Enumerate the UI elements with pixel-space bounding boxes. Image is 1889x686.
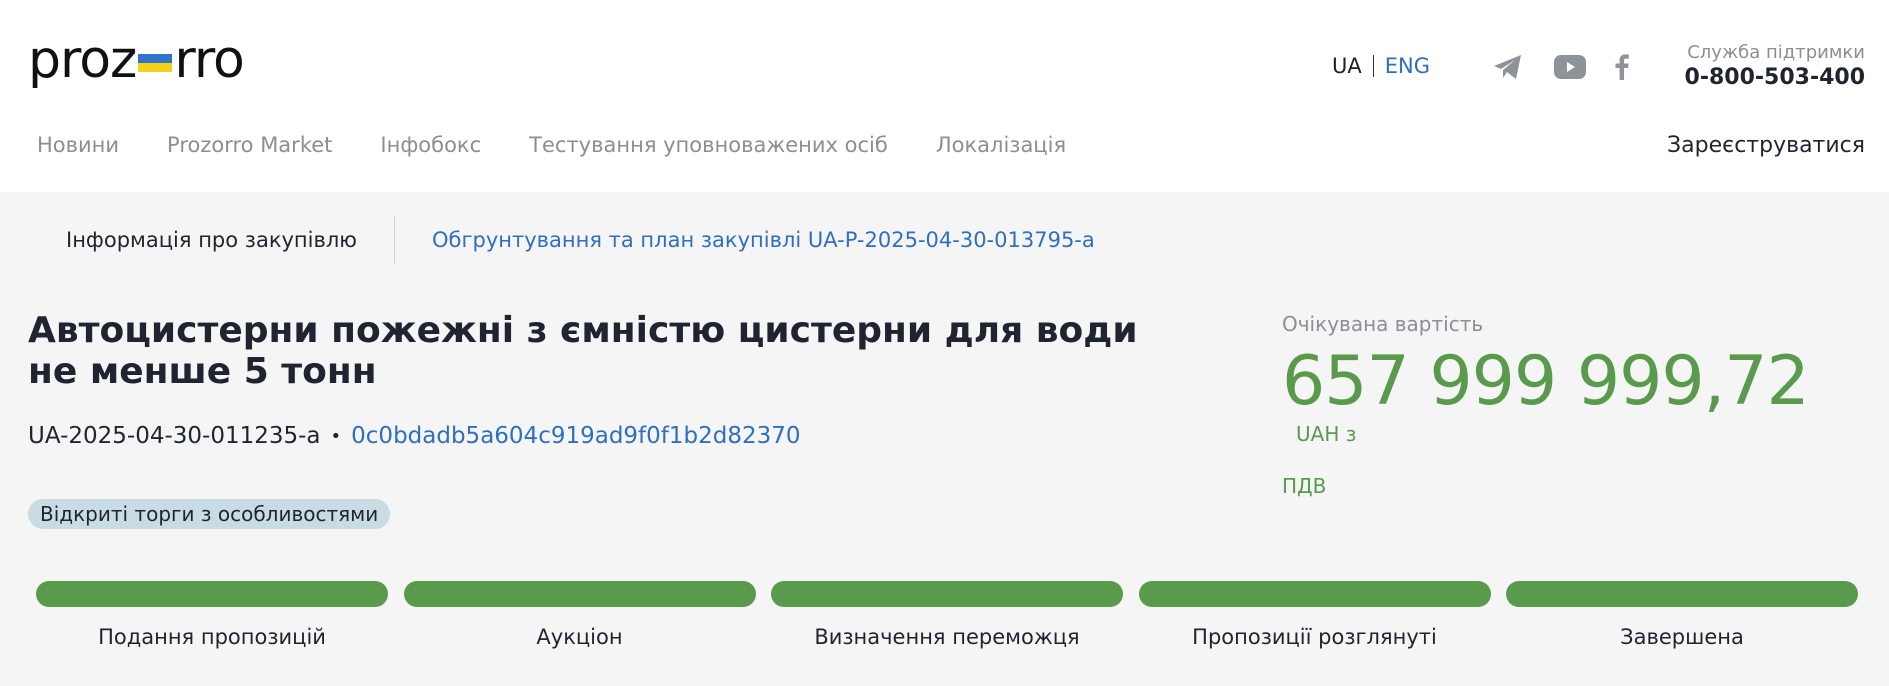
tab-procurement-info[interactable]: Інформація про закупівлю [66,228,357,252]
tab-divider [393,216,395,264]
step-label: Визначення переможця [814,625,1080,649]
lang-eng-link[interactable]: ENG [1385,54,1430,78]
step-label: Пропозиції розглянуті [1192,625,1437,649]
step-bar [771,581,1123,607]
support-label: Служба підтримки [1687,42,1865,63]
step-bar [403,581,756,607]
nav-item-localization[interactable]: Локалізація [936,133,1066,157]
expected-value-amount: 657 999 999,72 [1282,342,1810,421]
tender-section: Інформація про закупівлю Обгрунтування т… [0,192,1889,686]
support-phone[interactable]: 0-800-503-400 [1685,65,1865,90]
tender-id: UA-2025-04-30-011235-a [28,423,321,449]
step-proposals-reviewed: Пропозиції розглянуті [1138,581,1491,649]
tender-title: Автоцистерни пожежні з ємністю цистерни … [28,310,1138,392]
step-submission: Подання пропозицій [36,581,388,649]
step-completed: Завершена [1506,581,1858,649]
step-label: Аукціон [536,625,623,649]
logo-text-left: proz [28,30,137,90]
expected-value-block: Очікувана вартість 657 999 999,72 UAH з … [1282,312,1862,498]
telegram-icon[interactable] [1490,52,1526,82]
expected-value-currency: UAH з [1296,422,1357,446]
step-bar [1506,581,1858,607]
expected-value-vat: ПДВ [1282,474,1327,498]
lang-ua-link[interactable]: UA [1332,54,1362,78]
logo-text-right: rro [174,30,245,90]
tender-tabs: Інформація про закупівлю Обгрунтування т… [66,216,1095,264]
procedure-badge: Відкриті торги з особливостями [28,499,391,529]
tab-procurement-plan[interactable]: Обгрунтування та план закупівлі UA-P-202… [432,228,1095,252]
tender-hash-link[interactable]: 0c0bdadb5a604c919ad9f0f1b2d82370 [351,423,800,449]
main-nav: Новини Prozorro Market Інфобокс Тестуван… [37,133,1114,157]
nav-item-prozorro-market[interactable]: Prozorro Market [167,133,332,157]
step-auction: Аукціон [403,581,756,649]
id-separator: • [330,425,342,447]
step-label: Завершена [1620,625,1744,649]
step-winner-selection: Визначення переможця [771,581,1123,649]
lang-separator [1372,55,1374,77]
expected-value-row: 657 999 999,72 UAH з [1282,342,1862,446]
expected-value-label: Очікувана вартість [1282,312,1484,336]
prozorro-logo[interactable]: proz rro [28,30,245,90]
support-block: Служба підтримки 0-800-503-400 [1685,42,1865,90]
youtube-icon[interactable] [1552,52,1588,82]
step-label: Подання пропозицій [98,625,326,649]
facebook-icon[interactable] [1610,52,1634,82]
nav-item-testing[interactable]: Тестування уповноважених осіб [529,133,888,157]
nav-item-news[interactable]: Новини [37,133,119,157]
language-switcher: UA ENG [1332,54,1430,78]
step-bar [1138,581,1491,607]
tender-identifiers: UA-2025-04-30-011235-a • 0c0bdadb5a604c9… [28,423,801,449]
nav-item-infobox[interactable]: Інфобокс [380,133,481,157]
step-bar [36,581,388,607]
ukraine-flag-icon [138,54,173,72]
register-link[interactable]: Зареєструватися [1667,133,1865,158]
site-header: proz rro UA ENG Служба підтримки 0-800-5… [0,0,1889,192]
tender-progress: Подання пропозицій Аукціон Визначення пе… [36,581,1858,649]
